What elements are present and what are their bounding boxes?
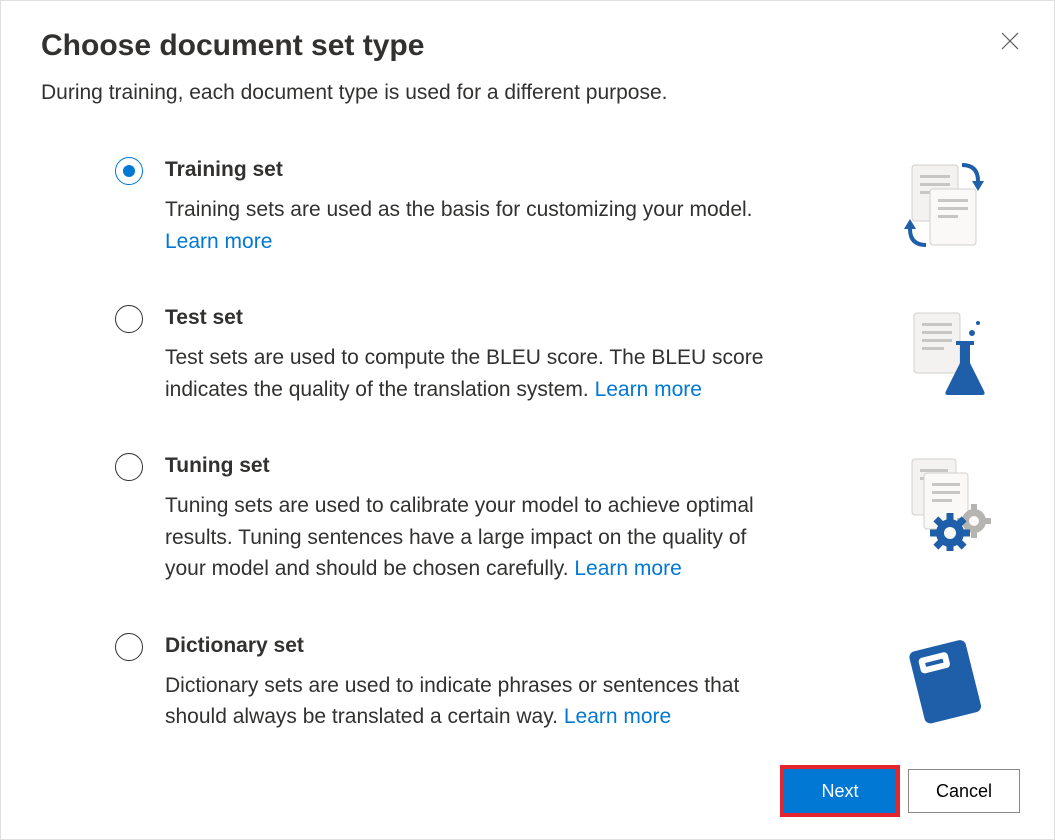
option-label: Tuning set bbox=[165, 454, 864, 478]
dialog-title: Choose document set type bbox=[41, 29, 1014, 63]
option-label: Test set bbox=[165, 306, 864, 330]
doc-gear-icon bbox=[884, 451, 1004, 551]
choose-document-set-dialog: Choose document set type During training… bbox=[1, 1, 1054, 839]
dialog-subtitle: During training, each document type is u… bbox=[41, 81, 1014, 105]
learn-more-link[interactable]: Learn more bbox=[564, 705, 671, 728]
option-training: Training set Training sets are used as t… bbox=[115, 155, 1004, 257]
option-tuning: Tuning set Tuning sets are used to calib… bbox=[115, 451, 1004, 585]
options-list: Training set Training sets are used as t… bbox=[41, 155, 1014, 733]
doc-flask-icon bbox=[884, 303, 1004, 403]
radio-training[interactable] bbox=[115, 157, 143, 185]
option-label: Dictionary set bbox=[165, 634, 864, 658]
option-description: Tuning sets are used to calibrate your m… bbox=[165, 490, 765, 585]
cancel-button[interactable]: Cancel bbox=[908, 769, 1020, 813]
option-description: Test sets are used to compute the BLEU s… bbox=[165, 342, 765, 405]
dialog-footer: Next Cancel bbox=[784, 769, 1020, 813]
option-dictionary: Dictionary set Dictionary sets are used … bbox=[115, 631, 1004, 733]
option-label: Training set bbox=[165, 158, 864, 182]
close-icon bbox=[1000, 38, 1020, 55]
radio-test[interactable] bbox=[115, 305, 143, 333]
learn-more-link[interactable]: Learn more bbox=[595, 378, 702, 401]
radio-dictionary[interactable] bbox=[115, 633, 143, 661]
notebook-icon bbox=[884, 631, 1004, 731]
option-test: Test set Test sets are used to compute t… bbox=[115, 303, 1004, 405]
option-description: Training sets are used as the basis for … bbox=[165, 194, 765, 257]
learn-more-link[interactable]: Learn more bbox=[165, 230, 272, 253]
radio-tuning[interactable] bbox=[115, 453, 143, 481]
next-button[interactable]: Next bbox=[784, 769, 896, 813]
close-button[interactable] bbox=[1000, 31, 1020, 56]
doc-exchange-icon bbox=[884, 155, 1004, 255]
learn-more-link[interactable]: Learn more bbox=[574, 557, 681, 580]
option-description: Dictionary sets are used to indicate phr… bbox=[165, 670, 765, 733]
